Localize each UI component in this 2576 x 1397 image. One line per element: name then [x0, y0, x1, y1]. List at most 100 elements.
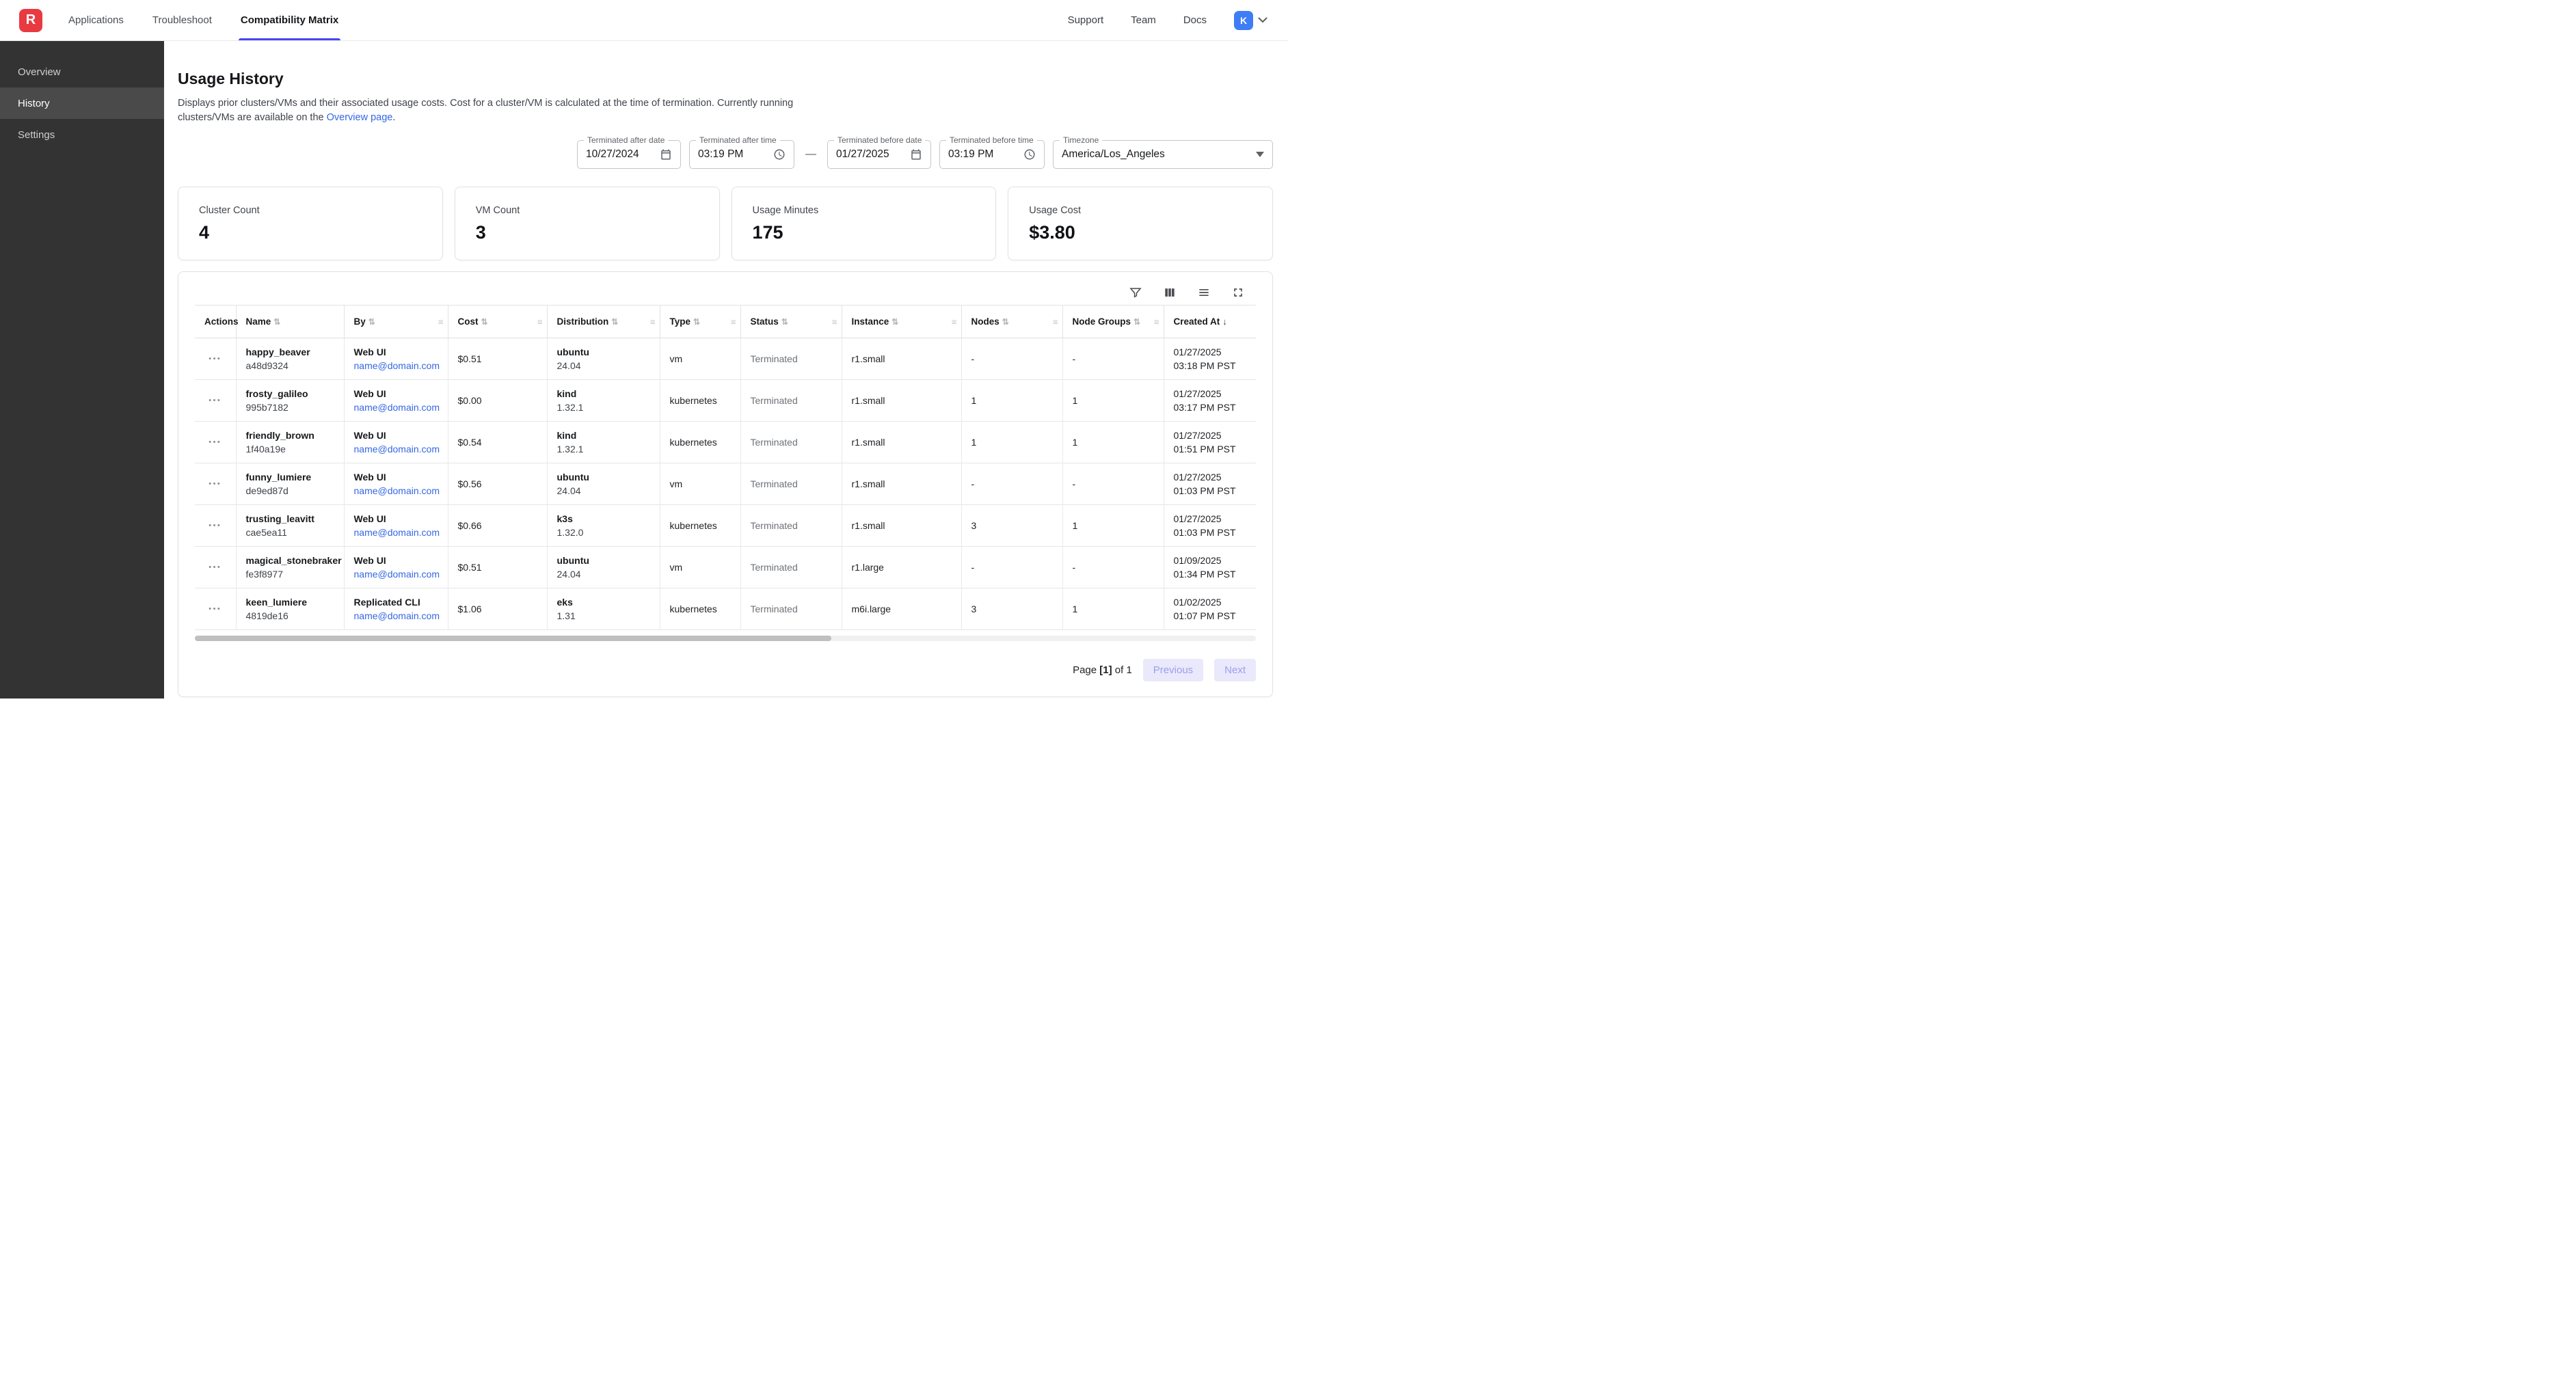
row-actions-button[interactable]: ••• — [204, 519, 226, 532]
created-by-email-link[interactable]: name@domain.com — [354, 484, 440, 498]
sort-desc-icon[interactable]: ↓ — [1222, 316, 1227, 327]
created-at-cell: 01/27/2025 03:17 PM PST — [1164, 380, 1256, 422]
density-icon[interactable] — [1196, 284, 1212, 301]
column-header-by[interactable]: By⇅ ≡ — [344, 306, 448, 338]
field-value[interactable]: America/Los_Angeles — [1062, 148, 1249, 161]
column-header-name[interactable]: Name⇅ — [236, 306, 344, 338]
terminated-before-time-field[interactable]: Terminated before time 03:19 PM — [939, 140, 1045, 169]
clock-icon[interactable] — [773, 148, 786, 161]
created-by-source: Web UI — [354, 554, 438, 567]
created-by-email-link[interactable]: name@domain.com — [354, 526, 440, 539]
scrollbar-thumb[interactable] — [195, 636, 831, 641]
page-suffix: of 1 — [1112, 664, 1132, 676]
support-link[interactable]: Support — [1068, 14, 1104, 26]
type-cell: kubernetes — [660, 380, 740, 422]
terminated-after-time-field[interactable]: Terminated after time 03:19 PM — [689, 140, 794, 169]
team-link[interactable]: Team — [1131, 14, 1156, 26]
row-actions-button[interactable]: ••• — [204, 394, 226, 407]
tab-compatibility-matrix[interactable]: Compatibility Matrix — [241, 0, 338, 40]
chevron-down-icon[interactable] — [1258, 17, 1267, 23]
field-value[interactable]: 03:19 PM — [948, 148, 1017, 161]
overview-page-link[interactable]: Overview page — [327, 112, 393, 123]
column-menu-icon[interactable]: ≡ — [650, 316, 656, 327]
column-menu-icon[interactable]: ≡ — [438, 316, 444, 327]
column-menu-icon[interactable]: ≡ — [731, 316, 736, 327]
calendar-icon[interactable] — [660, 148, 672, 161]
sort-icon[interactable]: ⇅ — [481, 317, 488, 327]
column-menu-icon[interactable]: ≡ — [952, 316, 957, 327]
previous-page-button[interactable]: Previous — [1143, 659, 1203, 681]
sort-icon[interactable]: ⇅ — [368, 317, 375, 327]
account-menu[interactable]: K — [1234, 11, 1267, 30]
column-header-type[interactable]: Type⇅ ≡ — [660, 306, 740, 338]
column-header-nodes[interactable]: Nodes⇅ ≡ — [961, 306, 1062, 338]
terminated-before-date-field[interactable]: Terminated before date 01/27/2025 — [827, 140, 931, 169]
row-actions-button[interactable]: ••• — [204, 352, 226, 366]
row-actions-button[interactable]: ••• — [204, 435, 226, 449]
status-badge: Terminated — [751, 353, 798, 364]
table-row: ••• magical_stonebraker fe3f8977 Web UI … — [195, 547, 1256, 588]
created-by-email-link[interactable]: name@domain.com — [354, 567, 440, 581]
tab-troubleshoot[interactable]: Troubleshoot — [152, 0, 212, 40]
nodes-value: - — [971, 478, 975, 489]
select-arrow-icon[interactable] — [1256, 152, 1264, 157]
sidebar-item-overview[interactable]: Overview — [0, 56, 164, 87]
docs-link[interactable]: Docs — [1183, 14, 1207, 26]
created-by-email-link[interactable]: name@domain.com — [354, 401, 440, 414]
column-header-instance[interactable]: Instance⇅ ≡ — [842, 306, 961, 338]
replicated-logo[interactable]: R — [19, 9, 42, 32]
cluster-name: friendly_brown — [246, 429, 334, 442]
field-label: Terminated before date — [834, 135, 925, 145]
terminated-after-date-field[interactable]: Terminated after date 10/27/2024 — [577, 140, 681, 169]
sort-icon[interactable]: ⇅ — [1002, 317, 1009, 327]
calendar-icon[interactable] — [910, 148, 922, 161]
instance-value: r1.small — [852, 395, 885, 406]
stat-card-usage-minutes: Usage Minutes 175 — [732, 187, 997, 260]
created-by-email-link[interactable]: name@domain.com — [354, 359, 440, 372]
node-groups-cell: - — [1062, 338, 1164, 380]
cost-value: $0.51 — [458, 562, 482, 573]
created-date: 01/27/2025 — [1174, 429, 1247, 442]
sort-icon[interactable]: ⇅ — [1133, 317, 1140, 327]
clock-icon[interactable] — [1023, 148, 1036, 161]
field-value[interactable]: 03:19 PM — [698, 148, 766, 161]
nodes-value: - — [971, 562, 975, 573]
sort-icon[interactable]: ⇅ — [693, 317, 700, 327]
cost-value: $1.06 — [458, 603, 482, 614]
sort-icon[interactable]: ⇅ — [611, 317, 618, 327]
field-value[interactable]: 01/27/2025 — [836, 148, 903, 161]
tab-applications[interactable]: Applications — [68, 0, 124, 40]
column-header-node-groups[interactable]: Node Groups⇅ ≡ — [1062, 306, 1164, 338]
column-header-created-at[interactable]: Created At↓ — [1164, 306, 1256, 338]
cluster-id: 1f40a19e — [246, 442, 334, 456]
created-by-email-link[interactable]: name@domain.com — [354, 442, 440, 456]
row-actions-button[interactable]: ••• — [204, 560, 226, 574]
field-value[interactable]: 10/27/2024 — [586, 148, 653, 161]
sort-icon[interactable]: ⇅ — [781, 317, 788, 327]
column-menu-icon[interactable]: ≡ — [1154, 316, 1159, 327]
next-page-button[interactable]: Next — [1214, 659, 1256, 681]
column-menu-icon[interactable]: ≡ — [832, 316, 837, 327]
actions-cell: ••• — [195, 463, 236, 505]
sort-icon[interactable]: ⇅ — [891, 317, 898, 327]
fullscreen-icon[interactable] — [1230, 284, 1246, 301]
sidebar-item-settings[interactable]: Settings — [0, 119, 164, 150]
row-actions-button[interactable]: ••• — [204, 477, 226, 491]
column-header-distribution[interactable]: Distribution⇅ ≡ — [547, 306, 660, 338]
columns-icon[interactable] — [1162, 284, 1178, 301]
timezone-select[interactable]: Timezone America/Los_Angeles — [1053, 140, 1273, 169]
column-menu-icon[interactable]: ≡ — [537, 316, 543, 327]
sidebar-item-history[interactable]: History — [0, 87, 164, 119]
filter-icon[interactable] — [1127, 284, 1144, 301]
avatar[interactable]: K — [1234, 11, 1253, 30]
column-header-cost[interactable]: Cost⇅ ≡ — [448, 306, 547, 338]
nodes-cell: - — [961, 547, 1062, 588]
sort-icon[interactable]: ⇅ — [273, 317, 280, 327]
created-by-email-link[interactable]: name@domain.com — [354, 609, 440, 623]
nodes-value: 3 — [971, 520, 977, 531]
column-menu-icon[interactable]: ≡ — [1053, 316, 1058, 327]
column-header-status[interactable]: Status⇅ ≡ — [740, 306, 842, 338]
table-row: ••• happy_beaver a48d9324 Web UI name@do… — [195, 338, 1256, 380]
row-actions-button[interactable]: ••• — [204, 602, 226, 616]
stat-label: Cluster Count — [199, 205, 422, 216]
